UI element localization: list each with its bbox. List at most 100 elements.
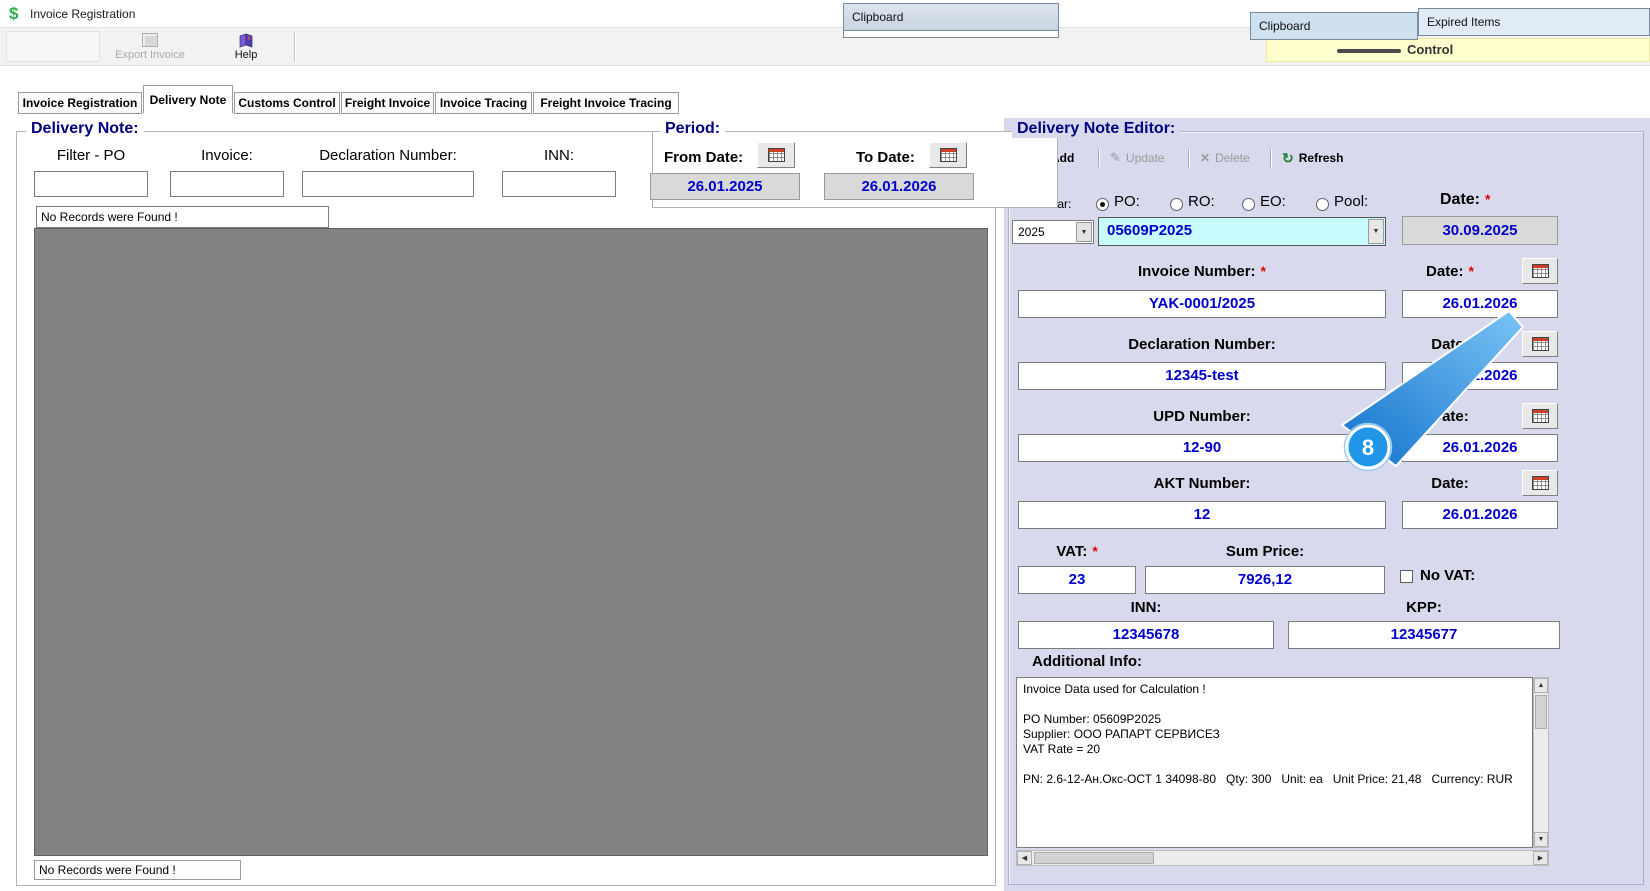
sum-price-label: Sum Price: bbox=[1225, 543, 1305, 560]
invoice-number-field[interactable]: YAK-0001/2025 bbox=[1018, 290, 1386, 318]
results-grid[interactable] bbox=[34, 228, 988, 856]
upd-date-field[interactable]: 26.01.2026 bbox=[1402, 434, 1558, 462]
horizontal-scroll-thumb[interactable] bbox=[1034, 852, 1154, 864]
refresh-label: Refresh bbox=[1298, 151, 1344, 165]
from-date-label: From Date: bbox=[664, 149, 744, 166]
editor-group-title: Delivery Note Editor: bbox=[1012, 120, 1181, 138]
po-combobox[interactable]: 05609P2025 ▼ bbox=[1098, 217, 1386, 246]
delivery-note-group-title: Delivery Note: bbox=[26, 120, 144, 138]
tab-label: Invoice Tracing bbox=[439, 96, 528, 110]
calendar-icon bbox=[939, 148, 957, 162]
filter-po-input[interactable] bbox=[34, 171, 148, 197]
tab-label: Invoice Registration bbox=[22, 96, 138, 110]
update-button[interactable]: ✎ Update bbox=[1106, 147, 1169, 169]
horizontal-scrollbar[interactable]: ◀ ▶ bbox=[1016, 850, 1549, 866]
year-dropdown-arrow[interactable]: ▼ bbox=[1076, 222, 1092, 242]
tab-delivery-note[interactable]: Delivery Note bbox=[143, 85, 233, 114]
upd-date-calendar-button[interactable] bbox=[1522, 403, 1558, 429]
tab-freight-invoice[interactable]: Freight Invoice bbox=[341, 92, 434, 114]
toolbar-separator bbox=[294, 32, 295, 62]
refresh-button[interactable]: ↻ Refresh bbox=[1278, 147, 1347, 169]
vat-field[interactable]: 23 bbox=[1018, 566, 1136, 594]
filter-invoice-label: Invoice: bbox=[201, 147, 253, 164]
declaration-number-field[interactable]: 12345-test bbox=[1018, 362, 1386, 390]
calendar-icon bbox=[1531, 476, 1549, 490]
radio-ro[interactable] bbox=[1170, 198, 1183, 211]
year-combobox[interactable]: 2025 ▼ bbox=[1012, 220, 1094, 244]
filter-declaration-label: Declaration Number: bbox=[319, 147, 457, 164]
notification-strip: Control bbox=[1266, 38, 1650, 62]
radio-eo-label: EO: bbox=[1260, 193, 1286, 210]
export-invoice-icon bbox=[142, 33, 158, 47]
declaration-date-field[interactable]: 26.01.2026 bbox=[1402, 362, 1558, 390]
tab-freight-invoice-tracing[interactable]: Freight Invoice Tracing bbox=[533, 92, 679, 114]
declaration-number-label: Declaration Number: bbox=[1128, 336, 1276, 353]
from-date-value: 26.01.2025 bbox=[650, 173, 800, 200]
scroll-right-button[interactable]: ▶ bbox=[1533, 851, 1548, 865]
vertical-scrollbar[interactable]: ▲ ▼ bbox=[1533, 677, 1549, 848]
tab-invoice-registration[interactable]: Invoice Registration bbox=[18, 92, 142, 114]
akt-date-field[interactable]: 26.01.2026 bbox=[1402, 501, 1558, 529]
radio-pool[interactable] bbox=[1316, 198, 1329, 211]
dollar-icon: $ bbox=[9, 4, 19, 23]
help-button[interactable]: Help bbox=[202, 29, 290, 65]
scroll-left-button[interactable]: ◀ bbox=[1017, 851, 1032, 865]
akt-date-calendar-button[interactable] bbox=[1522, 470, 1558, 496]
inn-field[interactable]: 12345678 bbox=[1018, 621, 1274, 649]
po-date-label: Date: * bbox=[1440, 191, 1491, 208]
update-icon: ✎ bbox=[1110, 150, 1121, 165]
tab-label: Customs Control bbox=[238, 96, 336, 110]
invoice-date-label: Date: * bbox=[1426, 263, 1474, 280]
radio-po[interactable] bbox=[1096, 198, 1109, 211]
vat-label: VAT: * bbox=[1056, 543, 1098, 560]
period-group-title: Period: bbox=[660, 120, 726, 138]
clipboard-popup-center[interactable]: Clipboard bbox=[843, 3, 1059, 31]
tab-invoice-tracing[interactable]: Invoice Tracing bbox=[435, 92, 532, 114]
filter-declaration-input[interactable] bbox=[302, 171, 474, 197]
calendar-icon bbox=[1531, 409, 1549, 423]
upd-number-field[interactable]: 12-90 bbox=[1018, 434, 1386, 462]
filter-inn-input[interactable] bbox=[502, 171, 616, 197]
control-text: Control bbox=[1407, 42, 1454, 57]
delete-label: Delete bbox=[1215, 151, 1250, 165]
scroll-down-button[interactable]: ▼ bbox=[1534, 832, 1548, 847]
export-invoice-button[interactable]: Export Invoice bbox=[104, 29, 196, 65]
po-dropdown-arrow[interactable]: ▼ bbox=[1368, 219, 1384, 244]
no-vat-label: No VAT: bbox=[1420, 567, 1476, 584]
to-date-calendar-button[interactable] bbox=[929, 142, 967, 168]
clipboard-popup-right-title: Clipboard bbox=[1259, 19, 1311, 33]
invoice-date-calendar-button[interactable] bbox=[1522, 258, 1558, 284]
additional-info-textarea[interactable]: Invoice Data used for Calculation ! PO N… bbox=[1016, 677, 1533, 848]
sum-price-field[interactable]: 7926,12 bbox=[1145, 566, 1385, 594]
scroll-up-button[interactable]: ▲ bbox=[1534, 678, 1548, 693]
radio-po-label: PO: bbox=[1114, 193, 1140, 210]
toolbar-separator bbox=[1188, 149, 1189, 167]
no-records-banner: No Records were Found ! bbox=[36, 206, 329, 228]
refresh-icon: ↻ bbox=[1282, 149, 1294, 166]
filter-invoice-input[interactable] bbox=[170, 171, 284, 197]
from-date-calendar-button[interactable] bbox=[757, 142, 795, 168]
toolbar-separator bbox=[1270, 149, 1271, 167]
vertical-scroll-thumb[interactable] bbox=[1535, 695, 1547, 729]
upd-number-label: UPD Number: bbox=[1153, 408, 1251, 425]
kpp-label: KPP: bbox=[1406, 599, 1442, 616]
upd-date-label: Date: bbox=[1431, 408, 1469, 425]
no-vat-checkbox[interactable] bbox=[1400, 570, 1413, 583]
kpp-field[interactable]: 12345677 bbox=[1288, 621, 1560, 649]
delete-button[interactable]: ✕ Delete bbox=[1196, 147, 1254, 169]
window-title: Invoice Registration bbox=[30, 7, 136, 21]
akt-number-field[interactable]: 12 bbox=[1018, 501, 1386, 529]
expired-items-popup[interactable]: Expired Items bbox=[1418, 8, 1650, 36]
akt-date-label: Date: bbox=[1431, 475, 1469, 492]
radio-ro-label: RO: bbox=[1188, 193, 1215, 210]
toolbar-placeholder-button[interactable] bbox=[6, 31, 100, 62]
calendar-icon bbox=[767, 148, 785, 162]
declaration-date-calendar-button[interactable] bbox=[1522, 331, 1558, 357]
radio-eo[interactable] bbox=[1242, 198, 1255, 211]
app-window: $ Invoice Registration Export Invoice He… bbox=[0, 0, 1650, 891]
tab-customs-control[interactable]: Customs Control bbox=[234, 92, 340, 114]
update-label: Update bbox=[1125, 151, 1165, 165]
po-value: 05609P2025 bbox=[1107, 222, 1193, 239]
invoice-date-field[interactable]: 26.01.2026 bbox=[1402, 290, 1558, 318]
clipboard-popup-right[interactable]: Clipboard bbox=[1250, 12, 1418, 40]
